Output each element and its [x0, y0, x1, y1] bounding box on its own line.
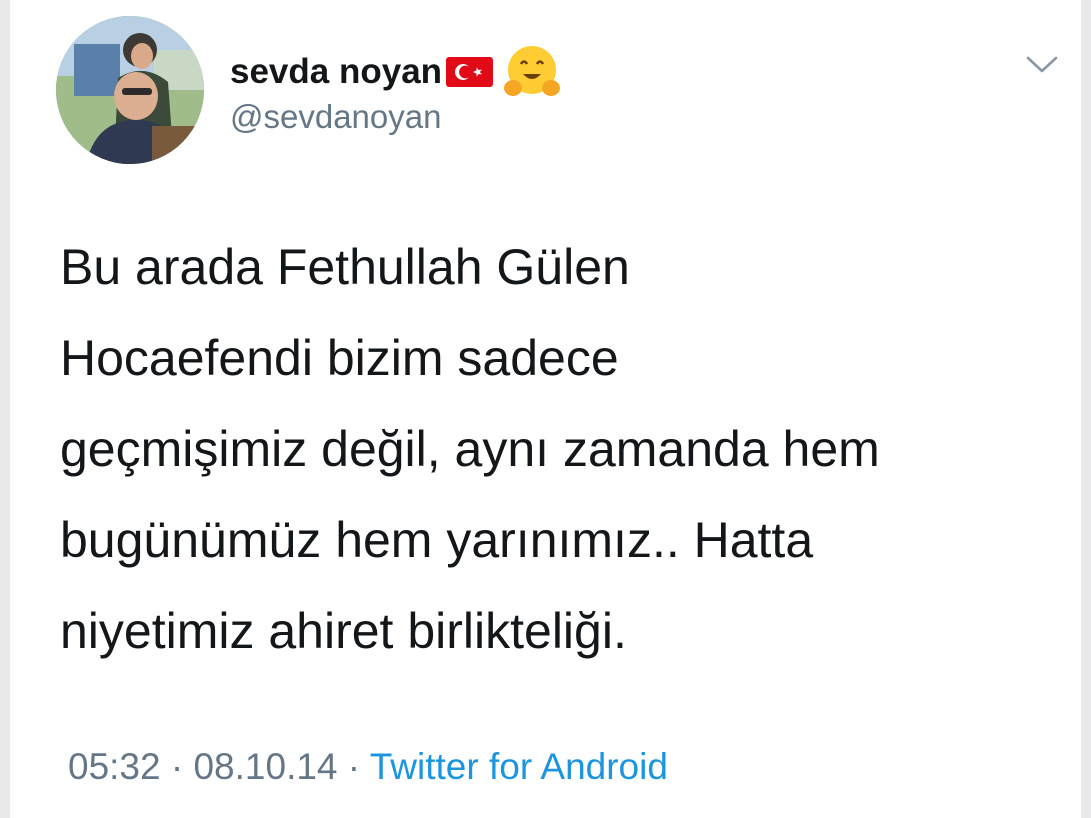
tweet-source-link[interactable]: Twitter for Android: [370, 746, 668, 787]
display-name-row[interactable]: sevda noyan: [230, 44, 561, 100]
avatar[interactable]: [56, 16, 204, 164]
tweet-text-line: geçmişimiz değil, aynı zamanda hem: [60, 421, 880, 477]
chevron-down-icon[interactable]: [1025, 54, 1059, 76]
tweet-time[interactable]: 05:32: [68, 746, 161, 787]
tweet-date[interactable]: 08.10.14: [193, 746, 337, 787]
tweet-text-line: Hocaefendi bizim sadece: [60, 330, 619, 386]
user-handle[interactable]: @sevdanoyan: [230, 98, 441, 136]
tweet-text: Bu arada Fethullah Gülen Hocaefendi bizi…: [60, 222, 1060, 677]
avatar-photo: [56, 16, 204, 164]
tweet-text-line: niyetimiz ahiret birlikteliği.: [60, 603, 627, 659]
tweet-card: sevda noyan @sevdanoyan Bu arada Fethull…: [10, 0, 1081, 818]
hugging-face-icon: [503, 44, 561, 100]
meta-separator: ·: [160, 746, 194, 787]
tweet-text-line: Bu arada Fethullah Gülen: [60, 239, 630, 295]
tweet-meta: 05:32 · 08.10.14 · Twitter for Android: [68, 746, 668, 788]
turkey-flag-icon: [446, 55, 494, 89]
tweet-text-line: bugünümüz hem yarınımız.. Hatta: [60, 512, 814, 568]
meta-separator: ·: [337, 746, 370, 787]
display-name[interactable]: sevda noyan: [230, 52, 442, 92]
